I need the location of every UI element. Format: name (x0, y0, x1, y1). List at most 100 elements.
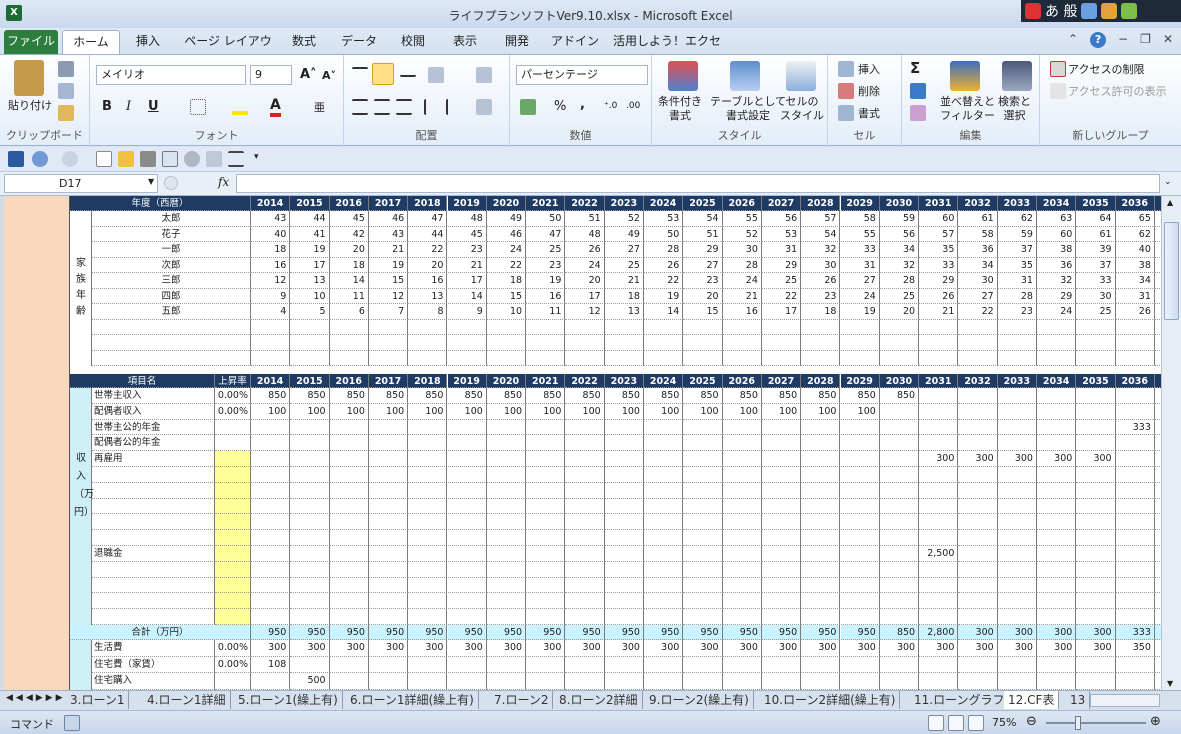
expense-value[interactable] (958, 656, 998, 673)
income-value[interactable] (408, 451, 448, 467)
income-value[interactable] (879, 577, 920, 594)
income-value[interactable] (447, 577, 487, 594)
income-value[interactable] (368, 482, 409, 499)
year-header[interactable]: 2029 (840, 196, 880, 211)
expense-value[interactable] (1115, 656, 1155, 673)
income-value[interactable] (1037, 388, 1077, 404)
tools-icon[interactable] (1101, 3, 1118, 19)
age-cell[interactable]: 23 (801, 288, 841, 304)
income-value[interactable] (565, 514, 605, 531)
expense-value[interactable] (644, 656, 684, 673)
year-header[interactable]: 2023 (604, 196, 644, 211)
income-value[interactable] (408, 467, 448, 483)
expense-value[interactable]: 300 (604, 640, 644, 657)
income-value[interactable] (683, 467, 723, 483)
tab-custom[interactable]: 活用しよう！エクセル (612, 30, 722, 70)
year-header[interactable]: 2022 (565, 374, 605, 388)
rate-cell[interactable] (215, 609, 251, 625)
expense-value[interactable]: 300 (290, 640, 330, 657)
income-value[interactable] (447, 609, 487, 625)
expense-value[interactable] (329, 656, 369, 673)
year-header[interactable]: 2032 (958, 374, 998, 388)
income-value[interactable] (644, 419, 684, 436)
income-value[interactable] (997, 403, 1037, 420)
tab-data[interactable]: データ (336, 30, 382, 54)
income-value[interactable] (722, 561, 762, 578)
sort-filter-button[interactable]: 並べ替えと フィルター (940, 95, 995, 123)
age-cell[interactable]: 56 (879, 226, 920, 242)
income-value[interactable] (761, 530, 802, 546)
age-cell[interactable]: 46 (368, 211, 409, 227)
income-value[interactable] (761, 593, 802, 610)
age-cell[interactable] (447, 350, 487, 366)
income-value[interactable] (251, 530, 291, 546)
member-name[interactable]: 花子 (92, 226, 251, 242)
expense-value[interactable]: 300 (879, 640, 920, 657)
year-header[interactable]: 2017 (368, 196, 409, 211)
income-value[interactable]: 850 (408, 388, 448, 404)
income-value[interactable]: 100 (761, 403, 802, 420)
income-value[interactable]: 300 (1076, 451, 1116, 467)
income-value[interactable] (1115, 498, 1155, 515)
income-value[interactable]: 2,500 (919, 546, 959, 562)
age-cell[interactable]: 57 (919, 226, 959, 242)
age-cell[interactable]: 36 (1037, 257, 1077, 273)
expense-value[interactable] (604, 656, 644, 673)
age-cell[interactable] (801, 319, 841, 335)
year-header[interactable]: 2024 (644, 374, 684, 388)
total-value[interactable]: 950 (447, 625, 487, 640)
page-break-view-icon[interactable] (968, 715, 984, 731)
expense-value[interactable] (565, 673, 605, 690)
income-value[interactable] (840, 419, 880, 436)
age-cell[interactable] (919, 335, 959, 351)
year-header[interactable]: 2036 (1115, 374, 1155, 388)
income-value[interactable] (368, 435, 409, 452)
income-value[interactable] (526, 435, 566, 452)
age-cell[interactable] (761, 319, 802, 335)
income-value[interactable] (1076, 530, 1116, 546)
rate-cell[interactable] (215, 451, 251, 467)
age-cell[interactable]: 26 (1115, 304, 1155, 320)
income-value[interactable] (1037, 403, 1077, 420)
expense-value[interactable] (526, 656, 566, 673)
total-value[interactable]: 950 (251, 625, 291, 640)
age-cell[interactable]: 16 (526, 288, 566, 304)
income-value[interactable] (604, 561, 644, 578)
decrease-indent-icon[interactable] (424, 99, 440, 115)
age-cell[interactable]: 58 (958, 226, 998, 242)
income-value[interactable] (565, 530, 605, 546)
total-value[interactable]: 300 (997, 625, 1037, 640)
income-value[interactable] (251, 514, 291, 531)
expense-value[interactable]: 300 (997, 640, 1037, 657)
age-cell[interactable]: 17 (290, 257, 330, 273)
age-cell[interactable] (486, 350, 527, 366)
income-value[interactable] (604, 514, 644, 531)
income-value[interactable] (683, 435, 723, 452)
cut-icon[interactable] (58, 61, 74, 77)
income-value[interactable] (526, 593, 566, 610)
age-cell[interactable]: 34 (958, 257, 998, 273)
year-header[interactable]: 2027 (761, 374, 802, 388)
rate-cell[interactable] (215, 435, 251, 452)
age-cell[interactable]: 44 (290, 211, 330, 227)
total-value[interactable]: 300 (958, 625, 998, 640)
age-cell[interactable] (958, 319, 998, 335)
year-header[interactable]: 2034 (1037, 374, 1077, 388)
format-cells-icon[interactable] (838, 105, 854, 121)
customize-qat-icon[interactable]: ▾ (254, 152, 259, 162)
age-cell[interactable]: 17 (761, 304, 802, 320)
sheet-tab[interactable]: 5.ローン1(繰上有) (234, 691, 343, 709)
age-cell[interactable]: 19 (290, 242, 330, 258)
income-value[interactable] (722, 546, 762, 562)
expense-value[interactable] (683, 673, 723, 690)
age-cell[interactable] (251, 350, 291, 366)
income-item[interactable] (92, 577, 215, 594)
expense-value[interactable] (447, 656, 487, 673)
income-value[interactable] (604, 530, 644, 546)
income-value[interactable] (644, 546, 684, 562)
income-value[interactable] (761, 561, 802, 578)
age-cell[interactable]: 47 (408, 211, 448, 227)
minimize-icon[interactable]: − (1118, 32, 1128, 48)
age-cell[interactable]: 20 (683, 288, 723, 304)
age-cell[interactable] (408, 319, 448, 335)
